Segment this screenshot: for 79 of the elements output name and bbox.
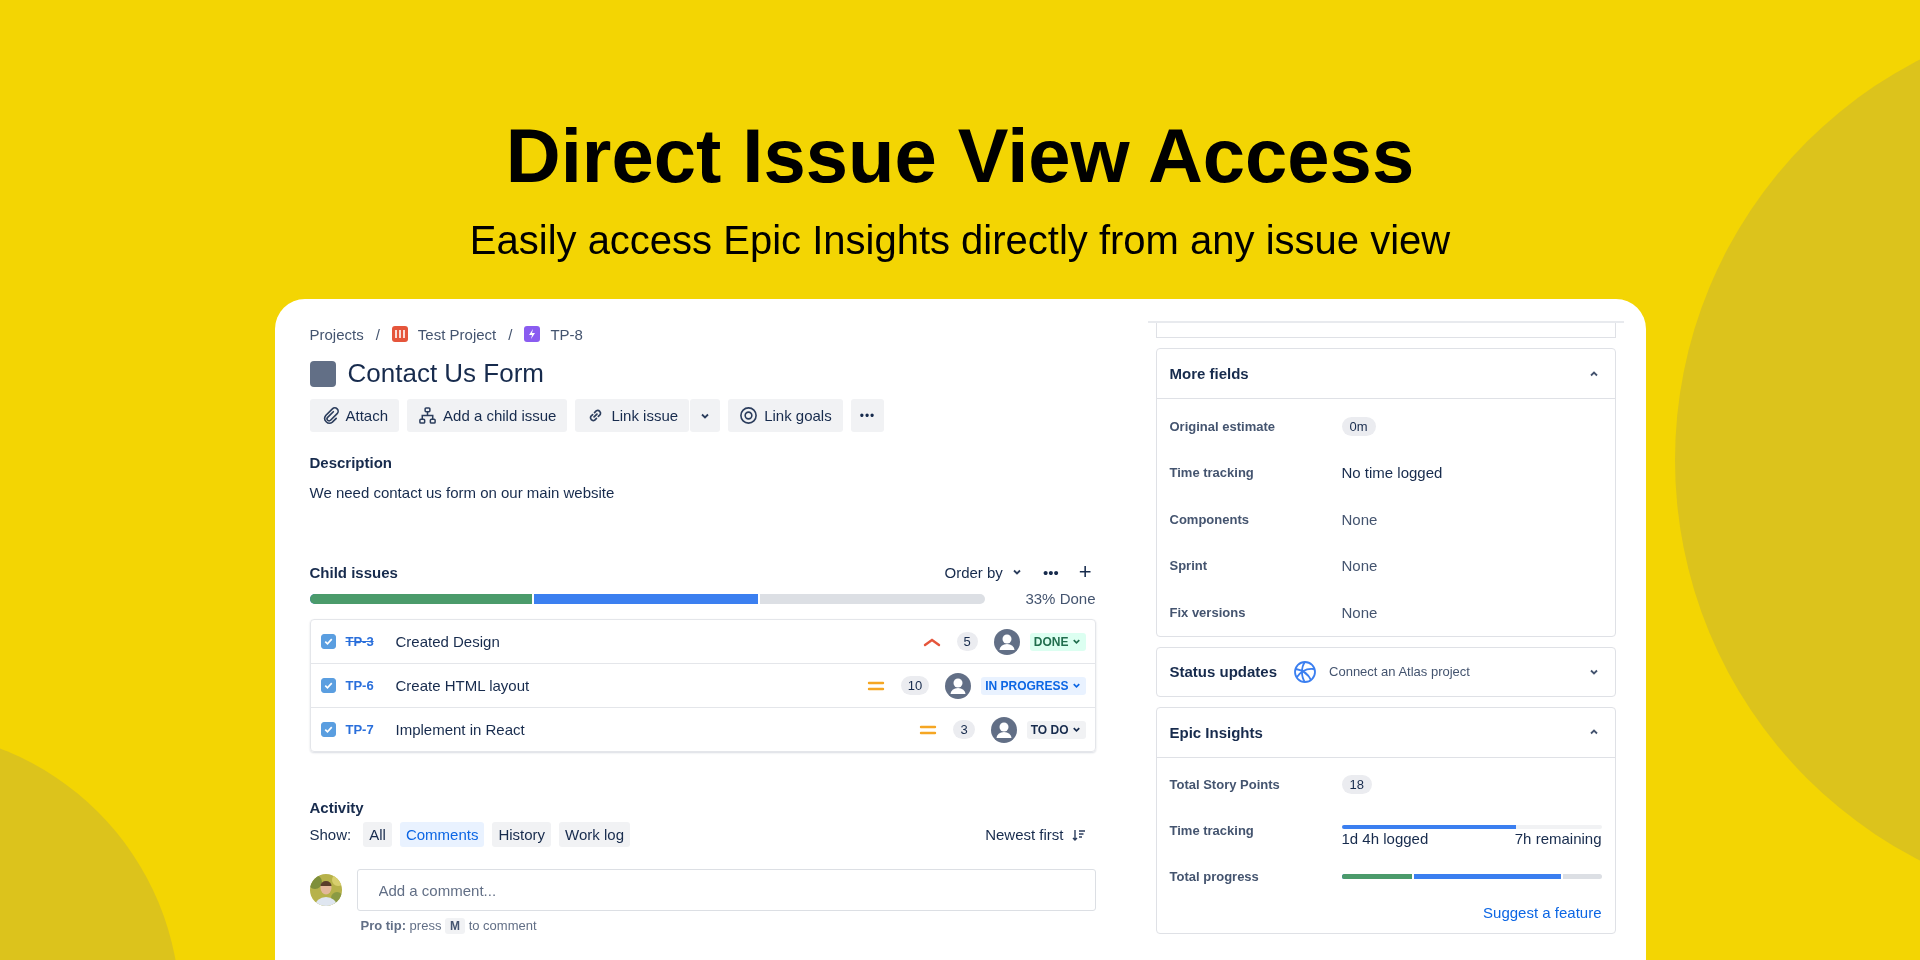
filter-tab[interactable]: All — [363, 822, 392, 847]
filter-tab[interactable]: Comments — [399, 822, 485, 847]
field-label: Original estimate — [1169, 418, 1276, 434]
breadcrumb-link[interactable]: TP-8 — [550, 325, 583, 343]
checkbox[interactable] — [320, 678, 336, 693]
status-dropdown[interactable]: IN PROGRESS — [981, 676, 1086, 695]
breadcrumb-link[interactable]: Projects — [309, 325, 364, 343]
description-text: We need contact us form on our main website — [309, 484, 616, 501]
add-button[interactable]: + — [1074, 559, 1096, 585]
dropdown-button[interactable] — [690, 399, 721, 432]
field-label: Time tracking — [1169, 823, 1255, 838]
sort-button[interactable]: Newest first — [981, 824, 1090, 845]
field-label: Time tracking — [1169, 465, 1255, 481]
field-label: Sprint — [1169, 558, 1209, 574]
remaining-text: 7h remaining — [1514, 829, 1602, 847]
action-button[interactable]: Attach — [309, 399, 400, 432]
pro-tip-text: Pro tip: press M to comment — [360, 918, 538, 933]
issue-key-link[interactable]: TP-3 — [345, 634, 386, 649]
show-label: Show: — [309, 826, 352, 843]
filter-tab[interactable]: History — [492, 822, 552, 847]
issue-summary: Implement in React — [395, 721, 525, 738]
field-value: 0m — [1341, 416, 1376, 436]
equals-icon — [866, 679, 885, 692]
checkbox[interactable] — [320, 722, 336, 737]
panel-title: More fields — [1169, 365, 1249, 382]
issue-title: Contact Us Form — [347, 358, 544, 389]
headline: Direct Issue View Access — [505, 118, 1415, 194]
progress-text: 33% Done — [1024, 590, 1096, 607]
logged-text: 1d 4h logged — [1341, 829, 1429, 847]
section-label: Description — [309, 454, 393, 471]
story-points: 5 — [956, 632, 978, 651]
action-button[interactable]: Add a child issue — [407, 399, 568, 432]
more-button[interactable]: ••• — [850, 399, 885, 432]
globe-icon — [1293, 659, 1318, 684]
comment-field[interactable]: Add a comment... — [356, 869, 1096, 911]
project-icon — [391, 326, 408, 342]
field-value: 18 — [1341, 775, 1372, 794]
breadcrumb-separator: / — [375, 325, 380, 343]
breadcrumb-separator: / — [508, 325, 513, 343]
sort-icon — [1071, 827, 1086, 842]
section-label: Activity — [309, 799, 365, 816]
avatar-icon — [945, 672, 972, 699]
panel-title: Epic Insights — [1169, 723, 1263, 741]
issue-key-link[interactable]: TP-6 — [345, 678, 386, 693]
breadcrumb-link[interactable]: Test Project — [417, 325, 497, 343]
section-label: Child issues — [309, 563, 398, 581]
issue-summary: Created Design — [395, 633, 500, 650]
field-value: None — [1341, 510, 1378, 528]
issue-key-link[interactable]: TP-7 — [345, 722, 386, 737]
field-label: Total progress — [1169, 869, 1260, 884]
checkbox[interactable] — [320, 634, 336, 649]
field-label: Components — [1169, 511, 1250, 527]
atlas-link[interactable]: Connect an Atlas project — [1329, 664, 1470, 679]
avatar-icon — [993, 628, 1020, 655]
order-by-button[interactable]: Order by — [940, 561, 1027, 583]
avatar-icon — [990, 716, 1017, 743]
field-label: Total Story Points — [1169, 777, 1281, 792]
link-issue-button[interactable]: Link issue — [575, 399, 690, 432]
field-value: None — [1341, 557, 1378, 575]
issue-type-icon — [309, 360, 336, 387]
story-points: 10 — [900, 676, 930, 695]
target-icon — [739, 406, 759, 425]
lightning-icon — [524, 326, 541, 342]
issue-summary: Create HTML layout — [395, 677, 530, 694]
suggest-feature-link[interactable]: Suggest a feature — [1483, 903, 1602, 921]
filter-tab[interactable]: Work log — [559, 822, 630, 847]
hierarchy-icon — [418, 406, 438, 425]
field-label: Fix versions — [1169, 604, 1247, 620]
field-value: None — [1341, 603, 1378, 621]
equals-icon — [919, 723, 938, 736]
panel-title: Status updates — [1169, 663, 1278, 680]
action-button[interactable]: Link goals — [728, 399, 843, 432]
field-value: No time logged — [1341, 464, 1443, 482]
story-points: 3 — [953, 720, 975, 739]
subtitle: Easily access Epic Insights directly from any issue view — [469, 220, 1451, 260]
keyboard-key: M — [445, 918, 465, 934]
status-dropdown[interactable]: TO DO — [1026, 720, 1086, 739]
status-dropdown[interactable]: DONE — [1029, 632, 1086, 651]
more-button[interactable]: ••• — [1038, 561, 1063, 583]
